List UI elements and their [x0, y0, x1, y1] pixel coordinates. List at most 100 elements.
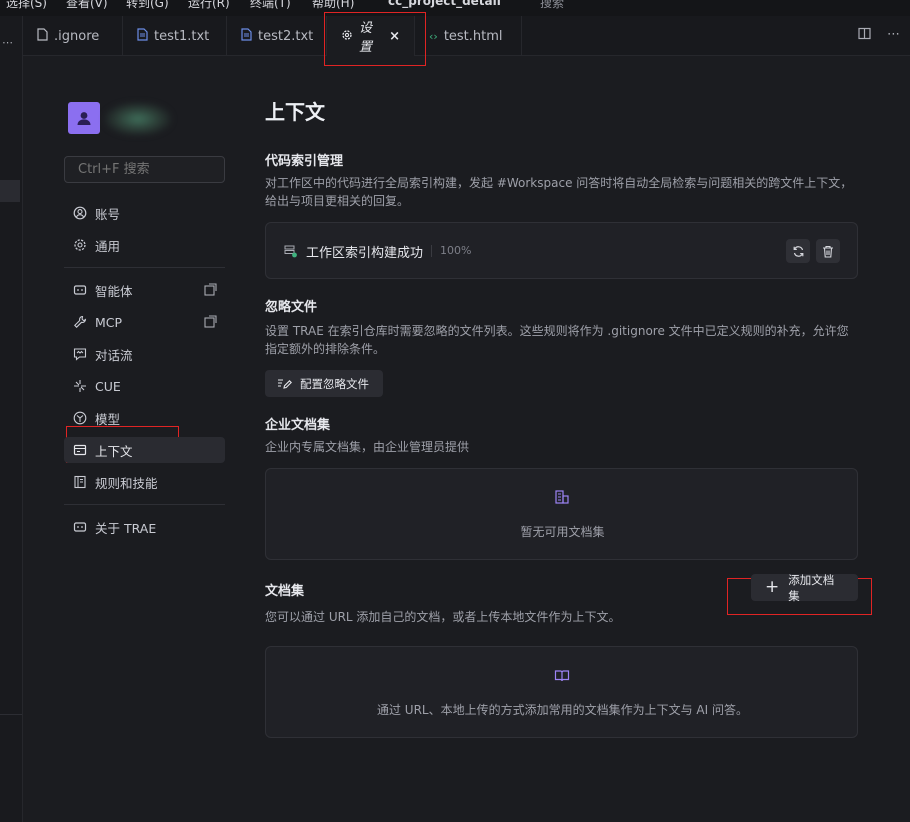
index-progress: 100%: [440, 244, 472, 257]
sidebar-item-label: 对话流: [95, 347, 133, 363]
menu-terminal[interactable]: 终端(T): [250, 0, 291, 11]
tab-bar-actions: ⋯: [858, 27, 900, 44]
tab-label: test2.txt: [258, 28, 314, 44]
username-blurred: [104, 102, 172, 136]
status-separator: [431, 245, 432, 257]
docs-description: 您可以通过 URL 添加自己的文档，或者上传本地文件作为上下文。: [265, 610, 621, 624]
panel-highlight: [0, 180, 20, 202]
tab-ignore[interactable]: .ignore: [23, 16, 123, 56]
sidebar-item-label: 智能体: [95, 283, 133, 299]
rebuild-index-button[interactable]: [786, 239, 810, 263]
left-panel-edge: ⋯: [0, 16, 23, 822]
more-actions-icon[interactable]: ⋯: [887, 27, 900, 44]
external-link-icon[interactable]: [204, 315, 217, 328]
wrench-icon: [73, 315, 87, 329]
menu-goto[interactable]: 转到(G): [126, 0, 169, 11]
sidebar-item-label: 账号: [95, 206, 121, 222]
code-index-description: 对工作区中的代码进行全局索引构建，发起 #Workspace 问答时将自动全局检…: [265, 176, 853, 208]
cue-icon: [73, 379, 87, 393]
plus-icon: +: [765, 577, 780, 597]
project-name: cc_project_detail: [388, 0, 501, 8]
panel-divider: [0, 714, 22, 715]
ignore-files-heading: 忽略文件: [265, 300, 318, 315]
index-status-icon: [284, 244, 298, 258]
sidebar-item-cue[interactable]: CUE: [64, 373, 225, 399]
sidebar-item-label: 关于 TRAE: [95, 520, 157, 536]
file-icon: [37, 28, 48, 44]
tab-label: test1.txt: [154, 28, 210, 44]
tab-settings[interactable]: 设置 ×: [327, 16, 415, 56]
sidebar-item-rules-skills[interactable]: 规则和技能: [64, 469, 225, 495]
info-icon: [73, 520, 87, 534]
sidebar-item-agent[interactable]: 智能体: [64, 277, 225, 303]
docs-empty-card: 通过 URL、本地上传的方式添加常用的文档集作为上下文与 AI 问答。: [265, 646, 858, 738]
sidebar-item-label: 规则和技能: [95, 475, 158, 491]
chat-icon: [73, 347, 87, 361]
tab-test-html[interactable]: ‹› test.html: [415, 16, 522, 56]
sidebar-item-account[interactable]: 账号: [64, 200, 225, 226]
external-link-icon[interactable]: [204, 283, 217, 296]
tab-label: .ignore: [54, 28, 100, 44]
button-label: 配置忽略文件: [300, 376, 369, 391]
gear-icon: [341, 29, 353, 44]
sidebar-item-label: 上下文: [95, 443, 133, 459]
sidebar-item-context[interactable]: 上下文: [64, 437, 225, 463]
sidebar-item-about[interactable]: 关于 TRAE: [64, 514, 225, 540]
sidebar-item-label: 通用: [95, 238, 121, 254]
tab-test1[interactable]: test1.txt: [123, 16, 227, 56]
enterprise-docs-heading: 企业文档集: [265, 418, 331, 433]
enterprise-docs-empty-text: 暂无可用文档集: [520, 525, 605, 539]
docs-heading: 文档集: [265, 584, 305, 599]
sidebar-item-label: MCP: [95, 314, 123, 330]
sidebar-divider: [64, 504, 225, 505]
sidebar-item-label: CUE: [95, 378, 121, 394]
book-icon: [73, 475, 87, 489]
sidebar-item-mcp[interactable]: MCP: [64, 309, 225, 335]
enterprise-docs-empty-card: 暂无可用文档集: [265, 468, 858, 560]
trash-icon: [823, 245, 833, 258]
gear-icon: [73, 238, 87, 252]
tab-label: test.html: [443, 28, 503, 44]
sidebar-item-general[interactable]: 通用: [64, 232, 225, 258]
code-icon: ‹›: [429, 29, 438, 43]
context-icon: [73, 443, 87, 457]
ignore-files-description: 设置 TRAE 在索引仓库时需要忽略的文件列表。这些规则将作为 .gitigno…: [265, 324, 849, 356]
tab-label: 设置: [359, 21, 373, 55]
user-icon: [77, 112, 91, 125]
close-icon[interactable]: ×: [389, 29, 400, 44]
text-file-icon: [137, 28, 148, 44]
top-search[interactable]: 搜索: [540, 0, 564, 11]
enterprise-docs-description: 企业内专属文档集，由企业管理员提供: [265, 440, 470, 454]
model-icon: [73, 411, 87, 425]
sidebar-item-chat-flow[interactable]: 对话流: [64, 341, 225, 367]
configure-ignore-button[interactable]: 配置忽略文件: [265, 370, 383, 397]
menu-view[interactable]: 查看(V): [66, 0, 108, 11]
menu-help[interactable]: 帮助(H): [312, 0, 354, 11]
delete-index-button[interactable]: [816, 239, 840, 263]
add-docs-button[interactable]: + 添加文档集: [751, 572, 858, 603]
sidebar-item-model[interactable]: 模型: [64, 405, 225, 431]
settings-search-input[interactable]: [64, 156, 225, 183]
text-file-icon: [241, 28, 252, 44]
avatar[interactable]: [68, 102, 100, 134]
tab-test2[interactable]: test2.txt: [227, 16, 327, 56]
building-icon: [554, 489, 570, 505]
editor-tab-bar: .ignore test1.txt test2.txt 设置 × ‹› test…: [23, 16, 910, 56]
refresh-icon: [793, 245, 803, 257]
menu-bar: 选择(S) 查看(V) 转到(G) 运行(R) 终端(T) 帮助(H) cc_p…: [0, 0, 910, 16]
robot-icon: [73, 283, 87, 297]
open-book-icon: [554, 668, 570, 684]
more-icon[interactable]: ⋯: [2, 36, 13, 49]
index-status-card: 工作区索引构建成功 100%: [265, 222, 858, 279]
sidebar-item-label: 模型: [95, 411, 121, 427]
page-title: 上下文: [265, 100, 325, 124]
docs-empty-text: 通过 URL、本地上传的方式添加常用的文档集作为上下文与 AI 问答。: [376, 703, 748, 717]
edit-list-icon: [278, 379, 292, 389]
index-status-text: 工作区索引构建成功: [306, 246, 424, 261]
code-index-heading: 代码索引管理: [265, 154, 344, 169]
button-label: 添加文档集: [788, 572, 835, 603]
menu-run[interactable]: 运行(R): [188, 0, 230, 11]
sidebar-divider: [64, 267, 225, 268]
split-editor-icon[interactable]: [858, 27, 871, 44]
menu-select[interactable]: 选择(S): [6, 0, 47, 11]
